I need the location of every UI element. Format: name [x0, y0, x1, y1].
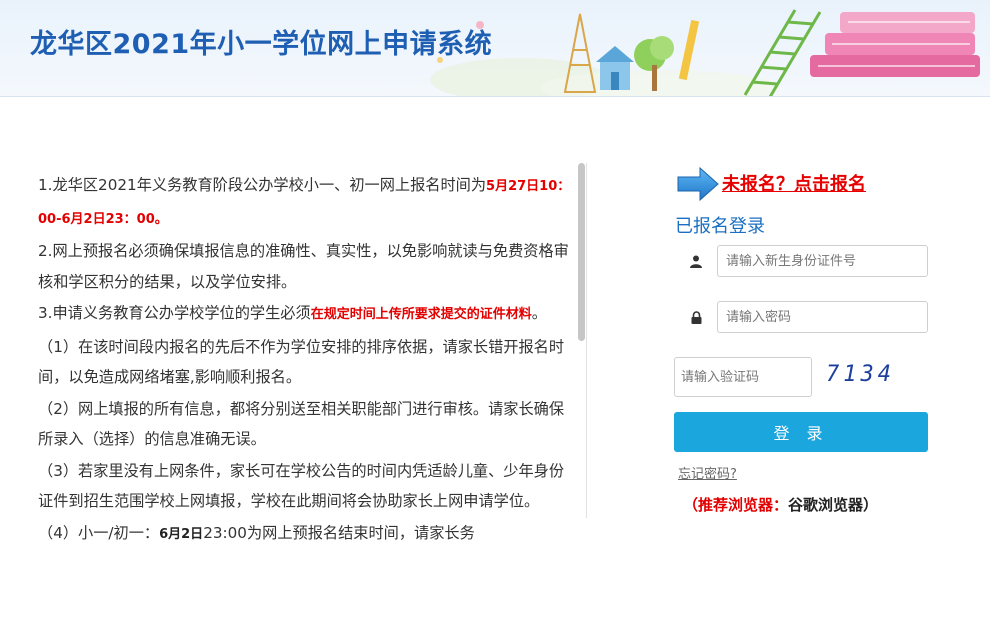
notice-panel: 1.龙华区2021年义务教育阶段公办学校小一、初一网上报名时间为5月27日10：…: [38, 170, 578, 595]
browser-recommendation: （推荐浏览器：谷歌浏览器）: [683, 494, 878, 515]
page-header: 龙华区2021年小一学位网上申请系统: [0, 0, 990, 97]
notice-text: 23:00为网上预报名结束时间，请家长务: [203, 523, 475, 542]
login-button[interactable]: 登 录: [674, 412, 928, 452]
notice-text: 。: [531, 304, 547, 322]
notice-bold-date: 6月2日: [159, 526, 204, 542]
browser-label: （推荐浏览器：: [683, 496, 789, 514]
captcha-input[interactable]: [674, 357, 812, 397]
notice-subitem-2: （2）网上填报的所有信息，都将分别送至相关职能部门进行审核。请家长确保所录入（选…: [38, 399, 565, 449]
notice-item-1: 1.龙华区2021年义务教育阶段公办学校小一、初一网上报名时间为5月27日10：…: [38, 170, 578, 235]
id-number-field: [675, 245, 928, 277]
books-icon: [810, 12, 980, 77]
header-illustration: [430, 9, 980, 96]
user-icon: [675, 245, 717, 277]
id-number-input[interactable]: [717, 245, 928, 277]
notice-text: 3.申请义务教育公办学校学位的学生必须: [38, 304, 311, 322]
notice-item-3: 3.申请义务教育公办学校学位的学生必须在规定时间上传所要求提交的证件材料。: [38, 298, 578, 331]
register-link[interactable]: 未报名？点击报名: [722, 170, 866, 196]
password-field: [675, 301, 928, 333]
password-input[interactable]: [717, 301, 928, 333]
scrollbar-thumb[interactable]: [578, 163, 585, 341]
panel-divider: [586, 163, 587, 518]
notice-subitem-1: （1）在该时间段内报名的先后不作为学位安排的排序依据，请家长错开报名时间，以免造…: [38, 337, 565, 387]
house-icon: [596, 46, 634, 90]
notice-subitem-3: （3）若家里没有上网条件，家长可在学校公告的时间内凭适龄儿童、少年身份证件到招生…: [38, 461, 565, 511]
notice-highlight: 在规定时间上传所要求提交的证件材料: [310, 307, 532, 322]
browser-value: 谷歌浏览器）: [788, 496, 879, 514]
notice-item-2: 2.网上预报名必须确保填报信息的准确性、真实性，以免影响就读与免费资格审核和学区…: [38, 242, 569, 291]
arrow-right-icon: [677, 166, 719, 202]
notice-text: （4）小一/初一：: [38, 523, 160, 542]
login-section-title: 已报名登录: [675, 216, 765, 237]
forgot-password-link[interactable]: 忘记密码?: [678, 463, 737, 482]
notice-text: 1.龙华区2021年义务教育阶段公办学校小一、初一网上报名时间为: [38, 176, 487, 194]
captcha-image[interactable]: 7134: [826, 362, 895, 387]
notice-subitem-4: （4）小一/初一：6月2日23:00为网上预报名结束时间，请家长务: [38, 518, 578, 551]
lock-icon: [675, 301, 717, 333]
